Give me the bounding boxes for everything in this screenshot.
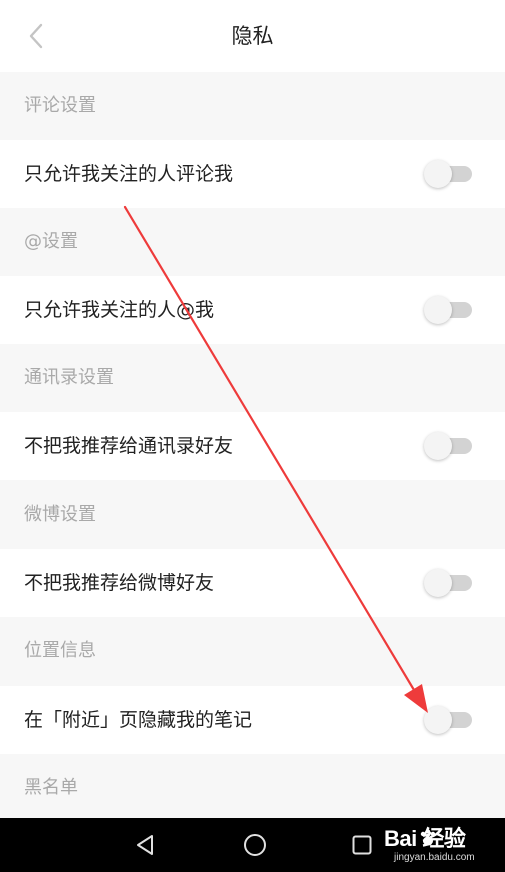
toggle-knob [424, 160, 452, 188]
toggle-knob [424, 432, 452, 460]
hide-from-contacts-toggle[interactable] [424, 432, 472, 460]
nav-recents-button[interactable] [344, 827, 380, 863]
section-title: 位置信息 [24, 640, 96, 661]
section-header-comments: 评论设置 [0, 72, 505, 140]
setting-label: 不把我推荐给微博好友 [24, 572, 215, 594]
section-header-weibo: 微博设置 [0, 481, 505, 549]
setting-label: 不把我推荐给通讯录好友 [24, 435, 234, 457]
section-title: 黑名单 [24, 777, 78, 798]
circle-home-icon [244, 834, 266, 856]
setting-row-hide-from-weibo: 不把我推荐给微博好友 [0, 549, 505, 617]
square-recents-icon [352, 835, 372, 855]
page-title: 隐私 [231, 24, 274, 48]
toggle-knob [424, 569, 452, 597]
hide-from-weibo-toggle[interactable] [424, 569, 472, 597]
nav-home-button[interactable] [237, 827, 273, 863]
watermark-url: jingyan.baidu.com [394, 852, 475, 863]
section-header-mentions: @设置 [0, 208, 505, 276]
setting-row-mention-followed-only: 只允许我关注的人@我 [0, 276, 505, 344]
setting-row-hide-nearby-notes: 在「附近」页隐藏我的笔记 [0, 686, 505, 754]
section-title: 评论设置 [24, 95, 96, 116]
hide-nearby-notes-toggle[interactable] [424, 706, 472, 734]
section-header-contacts: 通讯录设置 [0, 344, 505, 412]
toggle-knob [424, 706, 452, 734]
setting-label: 在「附近」页隐藏我的笔记 [24, 709, 253, 731]
top-bar: 隐私 [0, 0, 505, 72]
section-title: 通讯录设置 [24, 367, 114, 388]
paw-logo-icon [420, 829, 436, 846]
setting-row-hide-from-contacts: 不把我推荐给通讯录好友 [0, 412, 505, 480]
setting-label: 只允许我关注的人评论我 [24, 163, 234, 185]
mention-followed-only-toggle[interactable] [424, 296, 472, 324]
baidu-jingyan-watermark: Bai 经验 jingyan.baidu.com [384, 818, 505, 872]
section-title: @设置 [24, 231, 78, 252]
section-header-blacklist[interactable]: 黑名单 [0, 754, 505, 818]
nav-back-button[interactable] [128, 827, 164, 863]
section-title: 微博设置 [24, 504, 96, 525]
setting-label: 只允许我关注的人@我 [24, 299, 215, 321]
toggle-knob [424, 296, 452, 324]
comment-followed-only-toggle[interactable] [424, 160, 472, 188]
setting-row-comment-followed-only: 只允许我关注的人评论我 [0, 140, 505, 208]
section-header-location: 位置信息 [0, 617, 505, 685]
triangle-back-icon [137, 835, 153, 855]
